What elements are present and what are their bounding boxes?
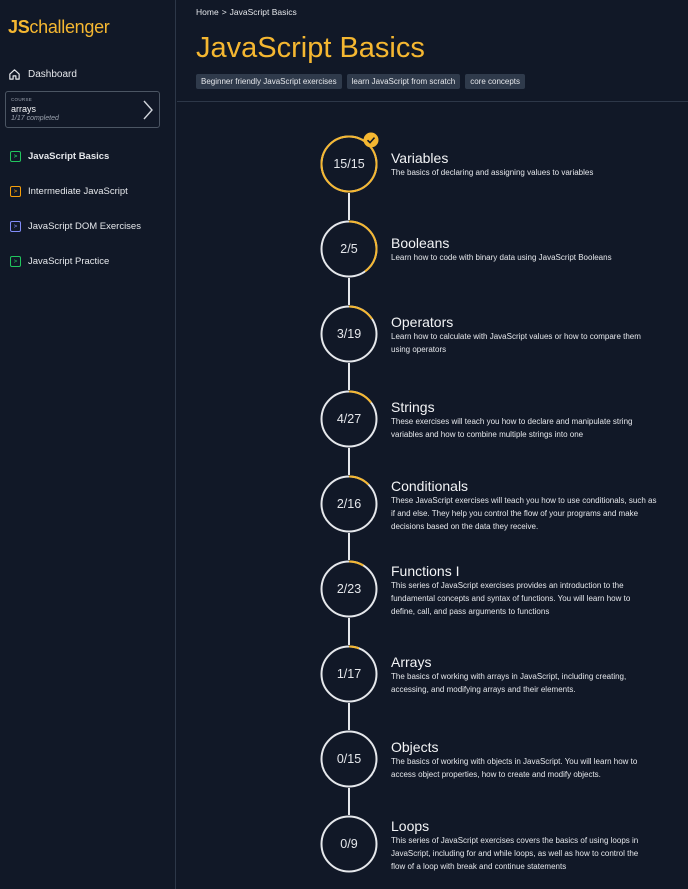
breadcrumb-separator: >	[221, 7, 227, 17]
lesson-title[interactable]: Booleans	[391, 235, 449, 251]
lesson-description: These JavaScript exercises will teach yo…	[391, 495, 681, 533]
lesson-title[interactable]: Objects	[391, 739, 438, 755]
logo[interactable]: JSchallenger	[8, 17, 110, 38]
lesson-description: Learn how to code with binary data using…	[391, 252, 681, 265]
tag: learn JavaScript from scratch	[346, 74, 461, 89]
lesson-title[interactable]: Loops	[391, 818, 429, 834]
check-icon	[363, 132, 379, 148]
timeline-connector	[348, 193, 350, 220]
lesson-progress-ring[interactable]: 4/27	[320, 390, 378, 448]
timeline-connector	[348, 703, 350, 730]
breadcrumb-home[interactable]: Home	[196, 7, 219, 17]
lesson-description-line: if and else. They help you control the f…	[391, 508, 639, 518]
breadcrumb-current: JavaScript Basics	[229, 7, 297, 17]
lesson-count: 2/5	[340, 242, 358, 256]
timeline-connector	[348, 788, 350, 815]
lesson-description-line: These JavaScript exercises will teach yo…	[391, 496, 657, 505]
course-name: arrays	[11, 104, 37, 114]
breadcrumb: Home > JavaScript Basics	[196, 7, 297, 17]
lesson-description-line: This series of JavaScript exercises cove…	[391, 836, 639, 845]
lesson-title[interactable]: Strings	[391, 399, 435, 415]
terminal-icon: >	[10, 220, 21, 232]
lesson-description-line: using operators	[391, 344, 447, 354]
sidebar-item-label: Intermediate JavaScript	[28, 185, 128, 197]
lesson-description-line: access object properties, how to create …	[391, 769, 601, 779]
lesson-description: The basics of declaring and assigning va…	[391, 167, 681, 180]
current-course-card[interactable]: COURSE arrays 1/17 completed	[5, 91, 160, 128]
lesson-progress-ring[interactable]: 0/9	[320, 815, 378, 873]
lesson-progress-ring[interactable]: 2/5	[320, 220, 378, 278]
chevron-right-icon	[143, 100, 153, 120]
lesson-count: 2/16	[336, 497, 362, 511]
lesson-description: This series of JavaScript exercises cove…	[391, 835, 681, 873]
lesson-progress-ring[interactable]: 2/23	[320, 560, 378, 618]
lesson-title[interactable]: Arrays	[391, 654, 431, 670]
lesson-count: 3/19	[336, 327, 362, 341]
lesson-description: The basics of working with objects in Ja…	[391, 756, 681, 782]
lesson-count: 0/15	[336, 752, 362, 766]
tag: Beginner friendly JavaScript exercises	[196, 74, 342, 89]
course-kicker: COURSE	[11, 97, 33, 102]
sidebar-item-intermediate-javascript[interactable]: > Intermediate JavaScript	[10, 184, 128, 198]
lesson-description: Learn how to calculate with JavaScript v…	[391, 331, 681, 357]
home-icon	[9, 68, 20, 80]
lesson-count: 2/23	[336, 582, 362, 596]
lesson-description-line: The basics of working with arrays in Jav…	[391, 672, 627, 681]
lesson-description-line: decisions based on the data they receive…	[391, 521, 539, 531]
sidebar-item-javascript-dom-exercises[interactable]: > JavaScript DOM Exercises	[10, 219, 141, 233]
lesson-description-line: Learn how to calculate with JavaScript v…	[391, 332, 641, 341]
lesson-description-line: This series of JavaScript exercises prov…	[391, 581, 624, 590]
lesson-count: 4/27	[336, 412, 362, 426]
lesson-description-line: define, call, and pass arguments to func…	[391, 606, 550, 616]
lesson-description-line: These exercises will teach you how to de…	[391, 417, 633, 426]
lesson-description-line: The basics of working with objects in Ja…	[391, 757, 638, 766]
timeline-connector	[348, 618, 350, 645]
sidebar-item-javascript-basics[interactable]: > JavaScript Basics	[10, 149, 109, 163]
lesson-title[interactable]: Variables	[391, 150, 448, 166]
sidebar-item-dashboard[interactable]: Dashboard	[8, 64, 77, 84]
lesson-count: 0/9	[340, 837, 358, 851]
lesson-description: The basics of working with arrays in Jav…	[391, 671, 681, 697]
lesson-count: 1/17	[336, 667, 362, 681]
lesson-progress-ring[interactable]: 3/19	[320, 305, 378, 363]
terminal-icon: >	[10, 255, 21, 267]
lesson-description-line: Learn how to code with binary data using…	[391, 253, 612, 262]
timeline-connector	[348, 278, 350, 305]
sidebar-item-label: JavaScript Basics	[28, 150, 110, 162]
divider	[177, 101, 688, 102]
lesson-title[interactable]: Conditionals	[391, 478, 468, 494]
terminal-icon: >	[10, 150, 21, 162]
course-progress: 1/17 completed	[11, 115, 59, 122]
sidebar-item-javascript-practice[interactable]: > JavaScript Practice	[10, 254, 109, 268]
sidebar-item-label: JavaScript Practice	[28, 255, 110, 267]
lesson-title[interactable]: Operators	[391, 314, 453, 330]
timeline-connector	[348, 533, 350, 560]
tag-list: Beginner friendly JavaScript exercises l…	[196, 74, 526, 89]
lesson-progress-ring[interactable]: 0/15	[320, 730, 378, 788]
lesson-description-line: The basics of declaring and assigning va…	[391, 168, 594, 177]
lesson-progress-ring[interactable]: 1/17	[320, 645, 378, 703]
lesson-description-line: accessing, and modifying arrays and thei…	[391, 684, 576, 694]
timeline-connector	[348, 363, 350, 390]
lesson-progress-ring[interactable]: 2/16	[320, 475, 378, 533]
terminal-icon: >	[10, 185, 21, 197]
lesson-description-line: flow of a loop with break and continue s…	[391, 861, 567, 871]
sidebar-item-label: Dashboard	[28, 68, 77, 80]
timeline-connector	[348, 448, 350, 475]
lesson-description-line: fundamental concepts and syntax of funct…	[391, 593, 631, 603]
sidebar: JSchallenger Dashboard COURSE arrays 1/1…	[0, 0, 176, 889]
sidebar-item-label: JavaScript DOM Exercises	[28, 220, 141, 232]
main-content: Home > JavaScript Basics JavaScript Basi…	[177, 0, 688, 889]
lesson-title[interactable]: Functions I	[391, 563, 459, 579]
page-title: JavaScript Basics	[196, 32, 425, 64]
lesson-description: These exercises will teach you how to de…	[391, 416, 681, 442]
lesson-description: This series of JavaScript exercises prov…	[391, 580, 681, 618]
lesson-description-line: variables and how to combine multiple st…	[391, 429, 584, 439]
tag: core concepts	[465, 74, 526, 89]
lesson-description-line: JavaScript, including for and while loop…	[391, 848, 639, 858]
